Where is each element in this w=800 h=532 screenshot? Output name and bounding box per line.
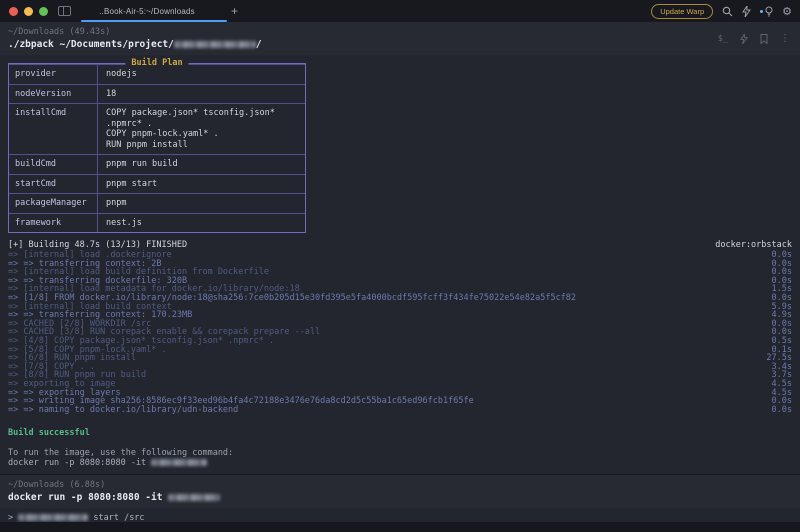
run-command-text: docker run -p 8080:8080 -it xyxy=(8,458,151,468)
titlebar-actions: Update Warp ⚙ xyxy=(651,0,792,22)
close-window-button[interactable] xyxy=(9,7,18,16)
docker-run-command[interactable]: docker run -p 8080:8080 -it xyxy=(8,491,792,504)
npm-line-prefix: > xyxy=(8,513,18,522)
block-context: ~/Downloads (6.88s) xyxy=(8,480,792,491)
search-icon[interactable] xyxy=(722,6,733,17)
build-plan-key: startCmd xyxy=(9,175,97,194)
tab-downloads[interactable]: ..Book-Air-5:~/Downloads xyxy=(81,0,213,22)
build-plan-value: pnpm run build xyxy=(97,155,305,174)
build-plan-value: pnpm xyxy=(97,194,305,213)
build-plan-title: Build Plan xyxy=(125,58,188,68)
docker-build-line: => [8/8] RUN pnpm run build 3.7s xyxy=(8,371,792,380)
build-plan-row: startCmd pnpm start xyxy=(9,174,305,194)
zoom-window-button[interactable] xyxy=(39,7,48,16)
suggested-run-command: docker run -p 8080:8080 -it xyxy=(8,458,792,468)
npm-start-line: > start /src xyxy=(8,514,792,522)
build-plan-value: pnpm start xyxy=(97,175,305,194)
command-block-docker-run: ~/Downloads (6.88s) docker run -p 8080:8… xyxy=(0,475,800,522)
run-hint-text: To run the image, use the following comm… xyxy=(8,448,792,458)
share-command-icon[interactable]: $_ xyxy=(718,34,728,44)
docker-build-line: => [6/8] RUN pnpm install 27.5s xyxy=(8,354,792,363)
toggle-panel-icon[interactable] xyxy=(58,6,71,16)
docker-build-line: => exporting to image 4.5s xyxy=(8,380,792,389)
minimize-window-button[interactable] xyxy=(24,7,33,16)
notification-dot xyxy=(760,10,763,13)
settings-gear-icon[interactable]: ⚙ xyxy=(782,6,792,17)
build-plan-key: installCmd xyxy=(9,104,97,154)
bookmark-icon[interactable] xyxy=(760,29,768,48)
command-text: docker run -p 8080:8080 -it xyxy=(8,492,168,503)
redacted-image-name xyxy=(151,459,207,466)
new-tab-button[interactable]: + xyxy=(231,6,238,16)
npm-line-suffix: start /src xyxy=(88,513,144,522)
build-plan-value: nest.js xyxy=(97,214,305,233)
command-text-suffix: / xyxy=(256,39,262,50)
docker-build-header: [+] Building 48.7s (13/13) FINISHED dock… xyxy=(8,241,792,250)
docker-run-output: > start /src > nest start [Nest] 37 - 11… xyxy=(0,508,800,522)
build-plan-key: nodeVersion xyxy=(9,85,97,104)
build-plan-key: buildCmd xyxy=(9,155,97,174)
tab-title: ..Book-Air-5:~/Downloads xyxy=(99,7,195,16)
block-toolbar: $_ ⋮ xyxy=(718,29,790,48)
build-plan-row: framework nest.js xyxy=(9,213,305,233)
ai-lightning-icon[interactable] xyxy=(742,6,751,17)
redacted-project-name xyxy=(174,41,256,48)
zbpack-command[interactable]: ./zbpack ~/Documents/project/ / xyxy=(8,38,792,51)
docker-run-block-header[interactable]: ~/Downloads (6.88s) docker run -p 8080:8… xyxy=(0,475,800,508)
block-context: ~/Downloads (49.43s) xyxy=(8,27,792,38)
build-step-time: 0.0s xyxy=(772,406,792,415)
command-text: ./zbpack ~/Documents/project/ xyxy=(8,39,174,50)
docker-build-lines: => [internal] load .dockerignore 0.0s =>… xyxy=(8,251,792,414)
build-plan-key: framework xyxy=(9,214,97,233)
build-successful-message: Build successful xyxy=(8,428,792,438)
build-plan-value: 18 xyxy=(97,85,305,104)
builder-name: docker:orbstack xyxy=(715,241,792,250)
zbpack-block-header[interactable]: ~/Downloads (49.43s) ./zbpack ~/Document… xyxy=(0,22,800,55)
block-lightning-icon[interactable] xyxy=(740,29,748,48)
command-block-zbpack: ~/Downloads (49.43s) ./zbpack ~/Document… xyxy=(0,22,800,468)
docker-build-line: => => naming to docker.io/library/udn-ba… xyxy=(8,406,792,415)
window-bottom-edge xyxy=(0,522,800,532)
window-controls xyxy=(9,7,48,16)
build-plan-row: packageManager pnpm xyxy=(9,193,305,213)
notifications-lightbulb-icon[interactable] xyxy=(760,6,773,17)
terminal-content: ~/Downloads (49.43s) ./zbpack ~/Document… xyxy=(0,22,800,522)
docker-build-log: [+] Building 48.7s (13/13) FINISHED dock… xyxy=(0,235,800,468)
build-plan-row: buildCmd pnpm run build xyxy=(9,154,305,174)
build-summary: [+] Building 48.7s (13/13) FINISHED xyxy=(8,241,187,250)
build-plan-key: provider xyxy=(9,65,97,84)
build-plan-key: packageManager xyxy=(9,194,97,213)
build-step-text: => => naming to docker.io/library/udn-ba… xyxy=(8,406,238,415)
build-plan-row: nodeVersion 18 xyxy=(9,84,305,104)
build-plan-row: installCmd COPY package.json* tsconfig.j… xyxy=(9,103,305,154)
update-warp-button[interactable]: Update Warp xyxy=(651,4,713,19)
redacted-image-name xyxy=(168,494,220,501)
block-menu-icon[interactable]: ⋮ xyxy=(780,33,790,44)
build-plan: provider nodejs nodeVersion 18 installCm… xyxy=(8,63,306,233)
build-plan-value: COPY package.json* tsconfig.json* .npmrc… xyxy=(97,104,305,154)
warp-terminal-window: ..Book-Air-5:~/Downloads + Update Warp ⚙… xyxy=(0,0,800,532)
build-plan-table: provider nodejs nodeVersion 18 installCm… xyxy=(8,63,306,233)
redacted-package-name xyxy=(18,514,88,521)
titlebar: ..Book-Air-5:~/Downloads + Update Warp ⚙ xyxy=(0,0,800,22)
